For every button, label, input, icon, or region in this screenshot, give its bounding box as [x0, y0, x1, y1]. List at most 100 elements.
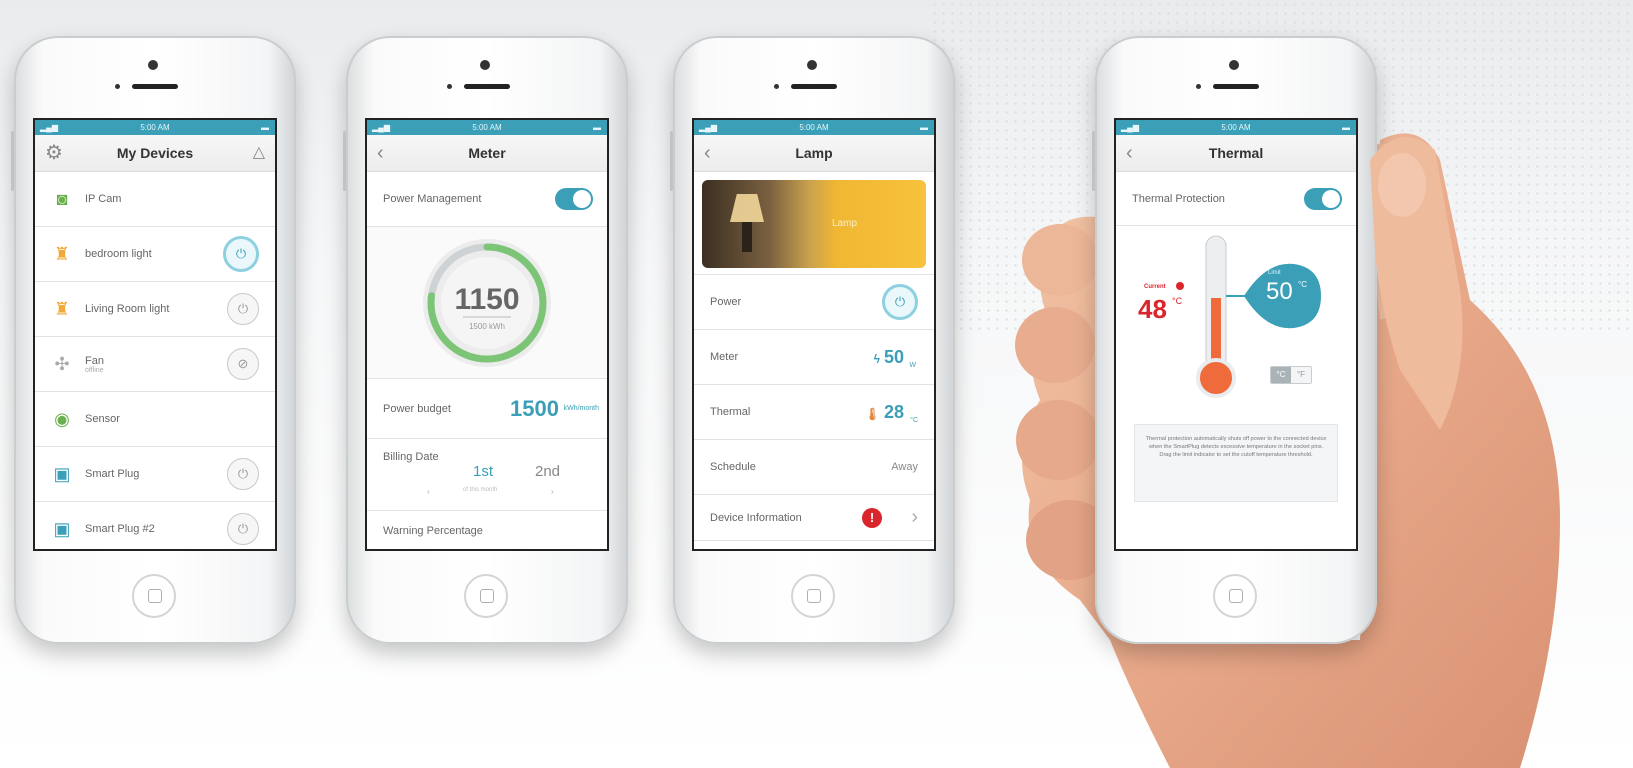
power-budget-row[interactable]: Power budget 1500 kWh/month [367, 379, 607, 439]
back-chevron-icon[interactable]: ‹ [377, 135, 384, 171]
device-name: Sensor [85, 413, 120, 425]
next-arrow-icon[interactable]: › [551, 487, 554, 496]
sensor-icon: ◉ [54, 408, 70, 429]
power-label: Power [710, 296, 742, 308]
device-power-button[interactable]: ⏻ [223, 236, 259, 272]
device-text: Living Room light [85, 303, 169, 315]
schedule-row[interactable]: Schedule Away [694, 440, 934, 495]
device-text: Smart Plug [85, 468, 139, 480]
phone-my-devices: ▂▄▆ 5:00 AM ▬ ⚙ My Devices △ ◙ IP Cam ♜ bed… [11, 36, 296, 644]
status-time: 5:00 AM [799, 123, 829, 132]
current-label: Current [1144, 284, 1166, 290]
home-button[interactable] [464, 574, 508, 618]
device-text: Fan offline [85, 355, 104, 374]
plug-icon: ▣ [53, 463, 71, 484]
earpiece-speaker [464, 84, 510, 89]
device-power-button[interactable]: ⏻ [227, 293, 259, 325]
earpiece-speaker [1213, 84, 1259, 89]
home-button[interactable] [1213, 574, 1257, 618]
device-power-button[interactable]: ⊘ [227, 348, 259, 380]
limit-unit: °C [1298, 280, 1307, 289]
device-text: Smart Plug #2 [85, 523, 155, 535]
power-row[interactable]: Power ⏻ [694, 275, 934, 330]
camera-icon: ◙ [56, 188, 68, 209]
battery-icon: ▬ [1342, 123, 1350, 132]
screen-my-devices: ▂▄▆ 5:00 AM ▬ ⚙ My Devices △ ◙ IP Cam ♜ bed… [33, 118, 277, 551]
power-management-toggle[interactable] [555, 188, 593, 210]
battery-icon: ▬ [261, 123, 269, 132]
page-title: My Devices [116, 145, 194, 161]
unit-switch[interactable]: °C °F [1270, 366, 1312, 384]
meter-label: Meter [710, 351, 739, 363]
unit-celsius-option[interactable]: °C [1271, 367, 1291, 383]
lamp-base [742, 222, 752, 252]
device-row[interactable]: ♜ Living Room light ⏻ [35, 282, 275, 337]
device-name: IP Cam [85, 193, 122, 205]
device-row[interactable]: ▣ Smart Plug ⏻ [35, 447, 275, 502]
device-row[interactable]: ◉ Sensor [35, 392, 275, 447]
warning-percentage-row[interactable]: Warning Percentage [367, 511, 607, 549]
chevron-right-icon: › [911, 506, 918, 528]
front-camera [1229, 60, 1239, 70]
billing-day-second[interactable]: 2nd [535, 463, 560, 480]
nav-bar: ⚙ My Devices △ [35, 135, 275, 172]
power-icon: ⏻ [894, 294, 906, 309]
device-power-button[interactable]: ⏻ [227, 458, 259, 490]
power-budget-value: 1500 [510, 395, 559, 421]
nav-bar: ‹ Lamp [694, 135, 934, 172]
device-row[interactable]: ◙ IP Cam [35, 172, 275, 227]
screen-meter: ▂▄▆ 5:00 AM ▬ ‹ Meter Power Management 1… [365, 118, 609, 551]
home-button[interactable] [791, 574, 835, 618]
power-budget-label: Power budget [383, 402, 451, 415]
billing-day-first[interactable]: 1st [473, 463, 493, 480]
device-row[interactable]: ▣ Smart Plug #2 ⏻ [35, 502, 275, 549]
power-gauge: 1150 1500 kWh [423, 238, 551, 367]
home-button[interactable] [132, 574, 176, 618]
front-camera [148, 60, 158, 70]
unit-fahrenheit-option[interactable]: °F [1291, 367, 1311, 383]
status-time: 5:00 AM [140, 123, 170, 132]
status-bar: ▂▄▆ 5:00 AM ▬ [1116, 120, 1356, 135]
gauge-subtext: 1500 kWh [469, 322, 505, 331]
gauge-section: 1150 1500 kWh [367, 227, 607, 379]
current-unit: °C [1172, 296, 1183, 306]
limit-label: Limit [1268, 270, 1281, 276]
lamp-shade [730, 194, 764, 222]
thermal-value: 28 [883, 401, 904, 422]
device-information-label: Device Information [710, 511, 802, 524]
alert-icon: ! [862, 507, 882, 528]
back-chevron-icon[interactable]: ‹ [1126, 135, 1133, 171]
power-icon: ⏻ [237, 466, 249, 481]
power-management-row: Power Management [367, 172, 607, 227]
thermal-description: Thermal protection automatically shuts o… [1134, 424, 1338, 502]
power-button[interactable]: ⏻ [882, 284, 918, 320]
device-name: Fan [85, 354, 104, 367]
power-icon: ⏻ [237, 521, 249, 536]
schedule-value: Away [891, 461, 918, 473]
device-row[interactable]: ♜ bedroom light ⏻ [35, 227, 275, 282]
limit-temperature[interactable]: 50 [1266, 278, 1293, 306]
gear-icon[interactable]: ⚙ [45, 135, 63, 171]
thermal-protection-toggle[interactable] [1304, 187, 1342, 210]
lightning-icon: ϟ [873, 351, 880, 366]
thermal-row[interactable]: Thermal 🌡 28 °C [694, 385, 934, 440]
signal-icon: ▂▄▆ [699, 123, 717, 132]
lamp-photo-banner: Lamp [702, 180, 926, 268]
back-chevron-icon[interactable]: ‹ [704, 135, 711, 171]
network-icon[interactable]: △ [253, 135, 265, 171]
device-power-button[interactable]: ⏻ [227, 513, 259, 545]
prev-arrow-icon[interactable]: ‹ [427, 487, 430, 496]
thermal-unit: °C [910, 417, 918, 424]
page-title: Meter [468, 145, 506, 161]
device-row[interactable]: ✣ Fan offline ⊘ [35, 337, 275, 392]
earpiece-speaker [791, 84, 837, 89]
meter-row[interactable]: Meter ϟ 50 W [694, 330, 934, 385]
plug-icon: ▣ [53, 518, 71, 539]
fan-icon: ✣ [54, 353, 70, 374]
device-list: ◙ IP Cam ♜ bedroom light ⏻ ♜ Living Room light… [35, 172, 275, 549]
sensor-dot [774, 84, 779, 89]
signal-icon: ▂▄▆ [372, 123, 390, 132]
screen-lamp: ▂▄▆ 5:00 AM ▬ ‹ Lamp Lamp Power ⏻ Meter … [692, 118, 936, 551]
device-name: Smart Plug [85, 468, 140, 480]
device-information-row[interactable]: Device Information ! › [694, 495, 934, 541]
